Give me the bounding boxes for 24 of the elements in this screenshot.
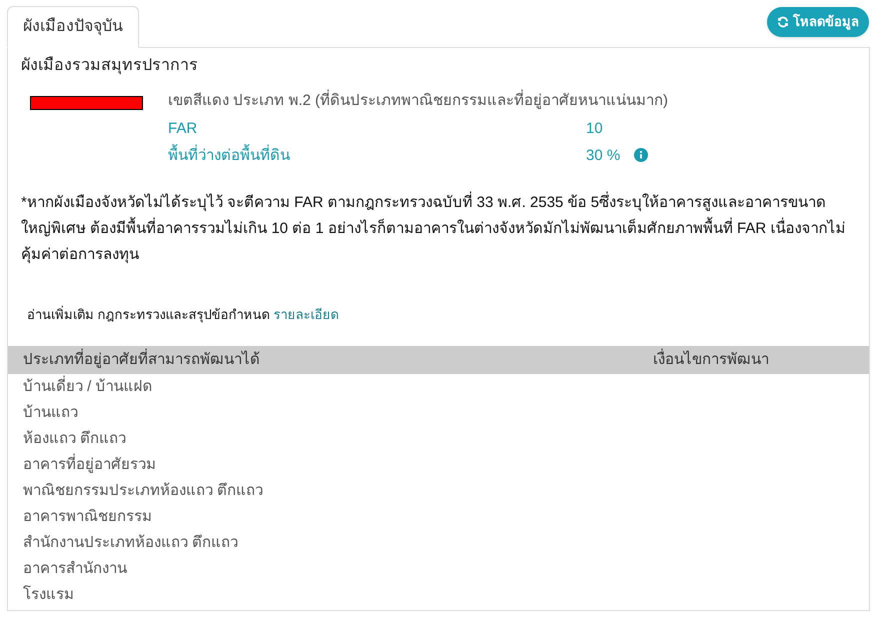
- plan-title: ผังเมืองรวมสมุทรปราการ: [20, 55, 199, 76]
- reload-button[interactable]: โหลดข้อมูล: [767, 7, 869, 37]
- table-cell-text: อาคารสำนักงาน: [22, 559, 128, 579]
- table-cell: บ้านเดี่ยว / บ้านแฝด: [8, 376, 869, 402]
- metric-value: 10: [586, 118, 603, 138]
- refresh-icon: [777, 16, 789, 28]
- table-cell-text: อาคารพาณิชยกรรม: [22, 507, 153, 527]
- table-cell: อาคารที่อยู่อาศัยรวม: [8, 454, 869, 480]
- column-header: เงื่อนไขการพัฒนา: [653, 348, 769, 370]
- table-cell-text: สำนักงานประเภทห้องแถว ตึกแถว: [22, 533, 240, 553]
- read-more-text: อ่านเพิ่มเติม กฎกระทรวงและสรุปข้อกำหนด: [27, 304, 270, 324]
- metric-label: FAR: [168, 118, 198, 138]
- info-icon: [634, 148, 648, 162]
- table-cell-text: พาณิชยกรรมประเภทห้องแถว ตึกแถว: [22, 481, 264, 501]
- column-header: ประเภทที่อยู่อาศัยที่สามารถพัฒนาได้: [22, 348, 261, 370]
- table-cell-text: บ้านแถว: [22, 403, 79, 423]
- metric-label: พื้นที่ว่างต่อพื้นที่ดิน: [168, 145, 586, 168]
- tab[interactable]: ผังเมืองปัจจุบัน: [7, 6, 139, 48]
- far-note: *หากผังเมืองจังหวัดไม่ได้ระบุไว้ จะตีความ FAR ตามกฎกระทรวงฉบับที่ 33 พ.ศ. 2535 ข้อ 5ซึ่งระบุให้อาคารสูงและอาคารขนาดใหญ่พิเศษ ต้องมีพื้นที่อาคารรวมไม่เกิน 10 ต่อ 1 อย่างไรก็ตามอาคารในต่างจังหวัดมักไม่พัฒนาเต็มศักยภาพพื้นที่ FAR เนื่องจากไม่คุ้มค่าต่อการลงทุน: [20, 190, 846, 266]
- zone-description: เขตสีแดง ประเภท พ.2 (ที่ดินประเภทพาณิชยกรรมและที่อยู่อาศัยหนาแน่นมาก): [168, 90, 668, 112]
- metric-value: 30 %: [586, 146, 620, 166]
- table-cell-text: ห้องแถว ตึกแถว: [22, 429, 128, 449]
- details-link[interactable]: รายละเอียด: [274, 304, 339, 324]
- table-cell-text: โรงแรม: [22, 584, 75, 605]
